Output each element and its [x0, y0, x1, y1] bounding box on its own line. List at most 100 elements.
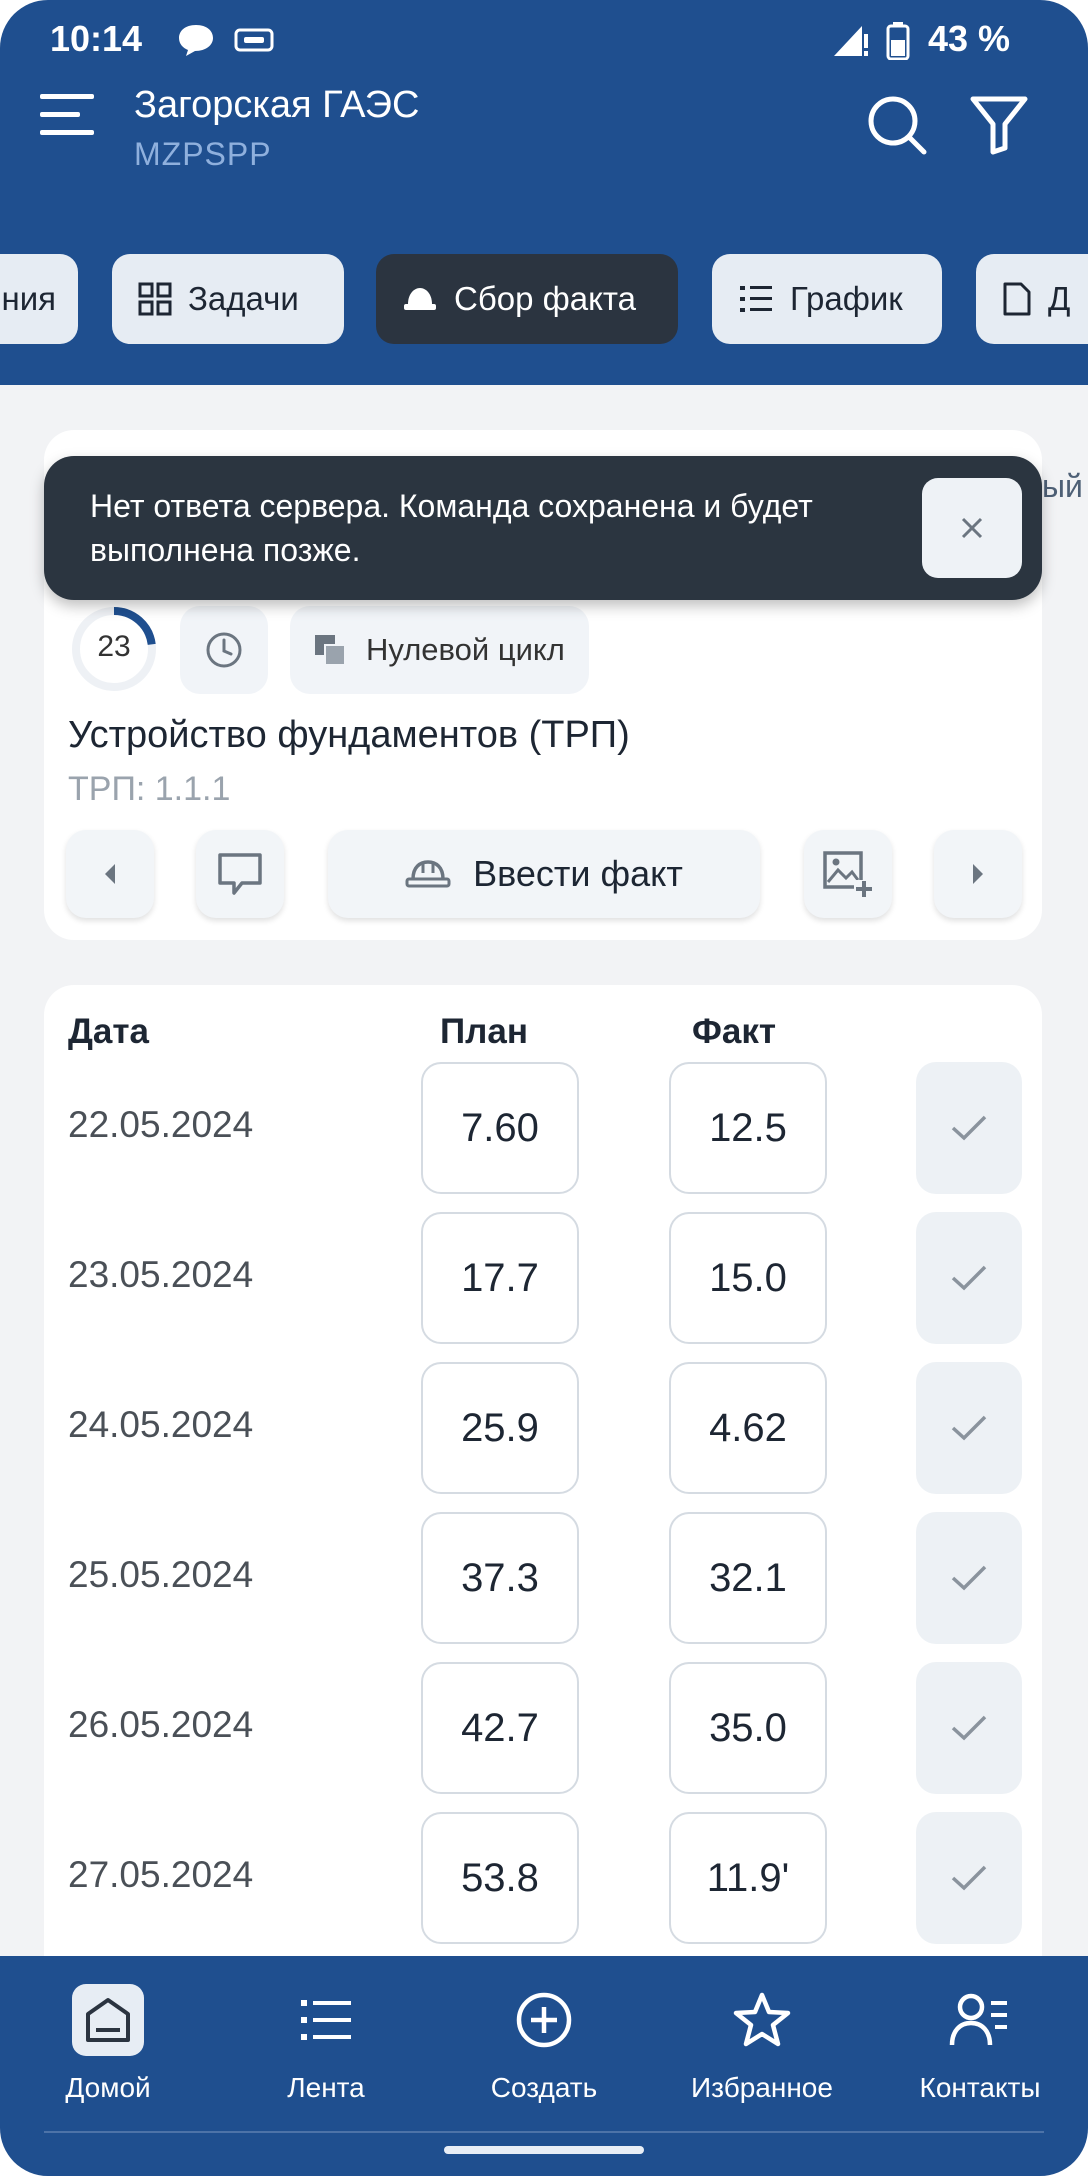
tab-schedule[interactable]: График: [712, 254, 942, 344]
confirm-button[interactable]: [916, 1212, 1022, 1344]
chevron-right-icon: [973, 864, 983, 884]
nav-label: Избранное: [691, 2072, 833, 2103]
plan-cell[interactable]: 37.3: [421, 1512, 579, 1644]
confirm-button[interactable]: [916, 1362, 1022, 1494]
phone-screen: 10:14 43 % Загорская ГАЭС MZPSPP ния Зад…: [0, 0, 1088, 2176]
row-date: 24.05.2024: [68, 1404, 254, 1445]
app-header: 10:14 43 % Загорская ГАЭС MZPSPP ния Зад…: [0, 0, 1088, 385]
tab-label: Сбор факта: [454, 280, 637, 317]
plan-cell[interactable]: 42.7: [421, 1662, 579, 1794]
comment-icon: [218, 853, 262, 895]
tab-documents[interactable]: Д: [976, 254, 1088, 344]
tab-label: Задачи: [188, 280, 299, 317]
tab-label: ния: [1, 280, 56, 317]
plan-cell[interactable]: 17.7: [421, 1212, 579, 1344]
nav-favorites[interactable]: Избранное: [662, 1984, 862, 2124]
home-icon: [72, 1984, 144, 2056]
nav-home[interactable]: Домой: [8, 1984, 208, 2124]
check-icon: [951, 1115, 987, 1141]
plus-circle-icon: [508, 1984, 580, 2056]
gesture-home-bar[interactable]: [444, 2146, 644, 2154]
status-time: 10:14: [50, 18, 143, 59]
plan-cell[interactable]: 7.60: [421, 1062, 579, 1194]
battery-icon: [886, 22, 910, 60]
nav-divider: [44, 2131, 1044, 2133]
confirm-button[interactable]: [916, 1812, 1022, 1944]
fact-input[interactable]: 4.62: [669, 1362, 827, 1494]
plan-cell[interactable]: 25.9: [421, 1362, 579, 1494]
fact-input[interactable]: 32.1: [669, 1512, 827, 1644]
next-button[interactable]: [934, 830, 1022, 918]
nav-label: Контакты: [919, 2072, 1041, 2103]
confirm-button[interactable]: [916, 1662, 1022, 1794]
document-icon: [1003, 282, 1031, 316]
progress-value: 23: [97, 630, 131, 663]
clock-icon: [206, 632, 242, 668]
tab-fact-collection[interactable]: Сбор факта: [376, 254, 678, 344]
helmet-icon: [405, 860, 451, 888]
clock-chip[interactable]: [180, 606, 268, 694]
contacts-icon: [944, 1984, 1016, 2056]
check-icon: [951, 1565, 987, 1591]
battery-percent: 43 %: [927, 18, 1010, 59]
card-notification-icon: [234, 28, 274, 52]
row-date: 26.05.2024: [68, 1704, 254, 1745]
enter-fact-button[interactable]: Ввести факт: [328, 830, 760, 918]
fact-input[interactable]: 12.5: [669, 1062, 827, 1194]
check-icon: [951, 1715, 987, 1741]
column-header-plan: План: [440, 1012, 528, 1051]
stage-icon: [315, 635, 346, 666]
add-photo-button[interactable]: [804, 830, 892, 918]
helmet-icon: [404, 288, 436, 310]
tab-strip: ния Задачи Сбор факта График Д: [0, 254, 1088, 344]
app-title: Загорская ГАЭС: [134, 84, 420, 126]
tab-label: Д: [1048, 280, 1071, 317]
nav-create[interactable]: Создать: [444, 1984, 644, 2124]
row-date: 25.05.2024: [68, 1554, 254, 1595]
list-icon: [740, 286, 772, 312]
close-icon: [961, 517, 983, 539]
row-date: 23.05.2024: [68, 1254, 254, 1295]
confirm-button[interactable]: [916, 1512, 1022, 1644]
status-bar: 10:14 43 %: [0, 0, 1088, 80]
tab-tasks[interactable]: Задачи: [112, 254, 344, 344]
plan-cell[interactable]: 53.8: [421, 1812, 579, 1944]
column-header-date: Дата: [68, 1012, 150, 1051]
task-title: Устройство фундаментов (ТРП): [68, 714, 630, 756]
nav-label: Домой: [65, 2072, 151, 2103]
enter-fact-label: Ввести факт: [473, 853, 683, 894]
previous-button[interactable]: [66, 830, 154, 918]
comment-button[interactable]: [196, 830, 284, 918]
chevron-left-icon: [105, 864, 115, 884]
row-date: 22.05.2024: [68, 1104, 254, 1145]
tab-label: График: [790, 280, 903, 317]
row-date: 27.05.2024: [68, 1854, 254, 1895]
star-icon: [726, 1984, 798, 2056]
check-icon: [951, 1415, 987, 1441]
search-icon[interactable]: [866, 94, 928, 156]
app-subtitle: MZPSPP: [134, 136, 272, 172]
check-icon: [951, 1265, 987, 1291]
stage-label: Нулевой цикл: [366, 632, 565, 667]
nav-contacts[interactable]: Контакты: [880, 1984, 1080, 2124]
nav-label: Создать: [490, 2072, 598, 2103]
signal-icon: [834, 26, 868, 56]
fact-input[interactable]: 35.0: [669, 1662, 827, 1794]
confirm-button[interactable]: [916, 1062, 1022, 1194]
grid-icon: [138, 282, 172, 316]
feed-icon: [290, 1984, 362, 2056]
error-toast: Нет ответа сервера. Команда сохранена и …: [44, 456, 1042, 600]
nav-feed[interactable]: Лента: [226, 1984, 426, 2124]
card-edge-text: ый: [1042, 468, 1083, 504]
toast-close-button[interactable]: [922, 478, 1022, 578]
toast-message: Нет ответа сервера. Команда сохранена и …: [90, 488, 813, 568]
tab-previous[interactable]: ния: [0, 254, 78, 344]
fact-input[interactable]: 15.0: [669, 1212, 827, 1344]
column-header-fact: Факт: [692, 1012, 776, 1051]
menu-icon[interactable]: [38, 90, 96, 140]
check-icon: [951, 1865, 987, 1891]
stage-chip: Нулевой цикл: [290, 606, 589, 694]
nav-label: Лента: [287, 2072, 365, 2103]
fact-input[interactable]: 11.9': [669, 1812, 827, 1944]
filter-icon[interactable]: [970, 94, 1028, 156]
